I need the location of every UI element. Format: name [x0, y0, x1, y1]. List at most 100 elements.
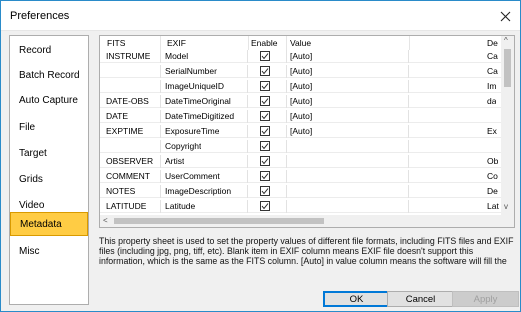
exif-cell: Latitude [165, 201, 196, 211]
scroll-up-icon[interactable]: ^ [504, 36, 508, 45]
table-row[interactable]: LATITUDE Latitude Lat [100, 200, 502, 213]
table-row[interactable]: NOTES ImageDescription De [100, 185, 502, 198]
column-header-fits[interactable]: FITS [107, 38, 125, 48]
sidebar-item-metadata[interactable]: Metadata [10, 212, 88, 236]
enable-checkbox[interactable] [260, 111, 270, 121]
table-row[interactable]: Copyright [100, 140, 502, 153]
vertical-scroll-thumb[interactable] [504, 49, 511, 87]
checkmark-icon [261, 83, 269, 90]
exif-cell: ImageUniqueID [165, 81, 225, 91]
value-cell[interactable]: [Auto] [290, 66, 312, 76]
enable-checkbox[interactable] [260, 201, 270, 211]
sidebar: Record Batch Record Auto Capture File Ta… [9, 35, 89, 305]
enable-checkbox[interactable] [260, 171, 270, 181]
description-cell: Im [487, 81, 497, 91]
exif-cell: DateTimeOriginal [165, 96, 231, 106]
exif-cell: SerialNumber [165, 66, 217, 76]
horizontal-scroll-thumb[interactable] [114, 218, 324, 224]
value-cell-border [286, 155, 409, 168]
vertical-scrollbar[interactable]: ^ v [501, 36, 514, 215]
value-cell[interactable]: [Auto] [290, 126, 312, 136]
checkmark-icon [261, 143, 269, 150]
description-cell: da [487, 96, 497, 106]
grid-header: FITS EXIF Enable Value De [100, 36, 502, 50]
description-cell: Ob [487, 156, 499, 166]
column-header-enable[interactable]: Enable [251, 38, 277, 48]
table-row[interactable]: OBSERVER Artist Ob [100, 155, 502, 168]
checkmark-icon [261, 173, 269, 180]
checkmark-icon [261, 53, 269, 60]
checkmark-icon [261, 98, 269, 105]
fits-cell: LATITUDE [106, 201, 147, 211]
fits-cell: COMMENT [106, 171, 150, 181]
table-row[interactable]: EXPTIME ExposureTime [Auto] Ex [100, 125, 502, 138]
fits-cell: INSTRUME [106, 51, 151, 61]
sidebar-item-misc[interactable]: Misc [10, 240, 88, 264]
cancel-button[interactable]: Cancel [387, 291, 454, 307]
fits-cell: DATE-OBS [106, 96, 149, 106]
sidebar-item-auto-capture[interactable]: Auto Capture [10, 89, 88, 113]
checkmark-icon [261, 203, 269, 210]
table-row[interactable]: INSTRUME Model [Auto] Ca [100, 50, 502, 63]
description-cell: Co [487, 171, 498, 181]
exif-cell: DateTimeDigitized [165, 111, 235, 121]
horizontal-scrollbar[interactable]: < [100, 215, 514, 227]
description-cell: Ex [487, 126, 497, 136]
sidebar-item-file[interactable]: File [10, 116, 88, 140]
value-cell[interactable]: [Auto] [290, 81, 312, 91]
value-cell-border [286, 185, 409, 198]
preferences-dialog: Preferences Record Batch Record Auto Cap… [0, 0, 521, 312]
apply-button[interactable]: Apply [452, 291, 519, 307]
value-cell[interactable]: [Auto] [290, 96, 312, 106]
fits-cell: NOTES [106, 186, 136, 196]
value-cell-border [286, 170, 409, 183]
checkmark-icon [261, 158, 269, 165]
enable-checkbox[interactable] [260, 81, 270, 91]
enable-checkbox[interactable] [260, 186, 270, 196]
exif-cell: Model [165, 51, 189, 61]
description-cell: Ca [487, 51, 498, 61]
sidebar-item-grids[interactable]: Grids [10, 168, 88, 192]
checkmark-icon [261, 68, 269, 75]
fits-cell: OBSERVER [106, 156, 154, 166]
description-cell: De [487, 186, 498, 196]
enable-checkbox[interactable] [260, 51, 270, 61]
exif-cell: Artist [165, 156, 185, 166]
metadata-grid: FITS EXIF Enable Value De INSTRUME Model [… [99, 35, 515, 228]
sidebar-item-target[interactable]: Target [10, 142, 88, 166]
value-cell-border [286, 140, 409, 153]
fits-cell: DATE [106, 111, 129, 121]
checkmark-icon [261, 128, 269, 135]
help-description: This property sheet is used to set the p… [99, 236, 514, 267]
enable-checkbox[interactable] [260, 96, 270, 106]
table-row[interactable]: COMMENT UserComment Co [100, 170, 502, 183]
column-header-exif[interactable]: EXIF [167, 38, 186, 48]
value-cell-border [286, 200, 409, 213]
value-cell[interactable]: [Auto] [290, 111, 312, 121]
column-header-value[interactable]: Value [290, 38, 311, 48]
ok-button[interactable]: OK [323, 291, 390, 307]
table-row[interactable]: ImageUniqueID [Auto] Im [100, 80, 502, 93]
close-icon[interactable] [490, 1, 520, 31]
enable-checkbox[interactable] [260, 66, 270, 76]
enable-checkbox[interactable] [260, 126, 270, 136]
description-cell: Lat [487, 201, 499, 211]
scroll-down-icon[interactable]: v [504, 202, 508, 211]
table-row[interactable]: DATE DateTimeDigitized [Auto] [100, 110, 502, 123]
table-row[interactable]: SerialNumber [Auto] Ca [100, 65, 502, 78]
exif-cell: ImageDescription [165, 186, 232, 196]
column-header-description[interactable]: De [487, 38, 498, 48]
exif-cell: Copyright [165, 141, 202, 151]
value-cell[interactable]: [Auto] [290, 51, 312, 61]
enable-checkbox[interactable] [260, 156, 270, 166]
table-row[interactable]: DATE-OBS DateTimeOriginal [Auto] da [100, 95, 502, 108]
enable-checkbox[interactable] [260, 141, 270, 151]
scroll-left-icon[interactable]: < [103, 216, 108, 225]
exif-cell: ExposureTime [165, 126, 220, 136]
sidebar-item-batch-record[interactable]: Batch Record [10, 64, 88, 88]
description-cell: Ca [487, 66, 498, 76]
window-title: Preferences [10, 10, 70, 22]
checkmark-icon [261, 113, 269, 120]
exif-cell: UserComment [165, 171, 220, 181]
sidebar-item-record[interactable]: Record [10, 39, 88, 63]
